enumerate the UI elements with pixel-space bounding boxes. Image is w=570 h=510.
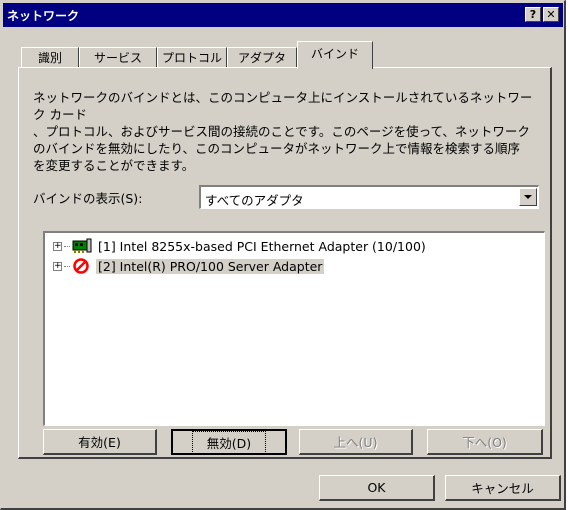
enable-button[interactable]: 有効(E) [43, 429, 157, 455]
move-up-button[interactable]: 上へ(U) [299, 429, 413, 455]
disable-button[interactable]: 無効(D) [171, 429, 287, 455]
expand-icon[interactable]: + [53, 241, 62, 251]
bindings-tree[interactable]: + [1] Intel 8255x-based PCI Ethernet Ada… [43, 231, 545, 426]
window-title: ネットワーク [7, 8, 80, 23]
help-button[interactable]: ? [525, 7, 541, 22]
disable-button-label: 無効(D) [191, 430, 267, 454]
chevron-down-icon[interactable] [519, 188, 537, 206]
tree-item-adapter-2[interactable]: + [2] Intel(R) PRO/100 Server Adapter [53, 257, 325, 275]
ok-button[interactable]: OK [319, 475, 435, 501]
tab-adapters[interactable]: アダプタ [227, 47, 297, 67]
close-button[interactable]: ✕ [543, 7, 559, 22]
expand-icon[interactable]: + [53, 261, 62, 271]
network-adapter-icon [72, 238, 92, 253]
tab-services[interactable]: サービス [79, 47, 157, 67]
cancel-button[interactable]: キャンセル [445, 475, 561, 501]
tab-bindings[interactable]: バインド [297, 41, 373, 69]
show-bindings-select[interactable]: すべてのアダプタ [199, 185, 539, 209]
tab-protocols[interactable]: プロトコル [157, 47, 227, 67]
tree-item-label: [2] Intel(R) PRO/100 Server Adapter [96, 258, 325, 274]
tab-identification[interactable]: 識別 [21, 47, 79, 67]
bindings-description: ネットワークのバインドとは、このコンピュータ上にインストールされているネットワー… [33, 90, 533, 173]
title-bar: ネットワーク ? ✕ [3, 3, 563, 27]
tree-item-label: [1] Intel 8255x-based PCI Ethernet Adapt… [98, 238, 426, 254]
show-bindings-value: すべてのアダプタ [205, 193, 304, 208]
tree-item-adapter-1[interactable]: + [1] Intel 8255x-based PCI Ethernet Ada… [53, 237, 428, 255]
network-dialog: ネットワーク ? ✕ 識別 サービス プロトコル アダプタ バインド ネットワー… [0, 0, 566, 510]
move-down-button[interactable]: 下へ(O) [427, 429, 543, 455]
show-bindings-label: バインドの表示(S): [33, 191, 143, 206]
disabled-icon [73, 258, 89, 274]
